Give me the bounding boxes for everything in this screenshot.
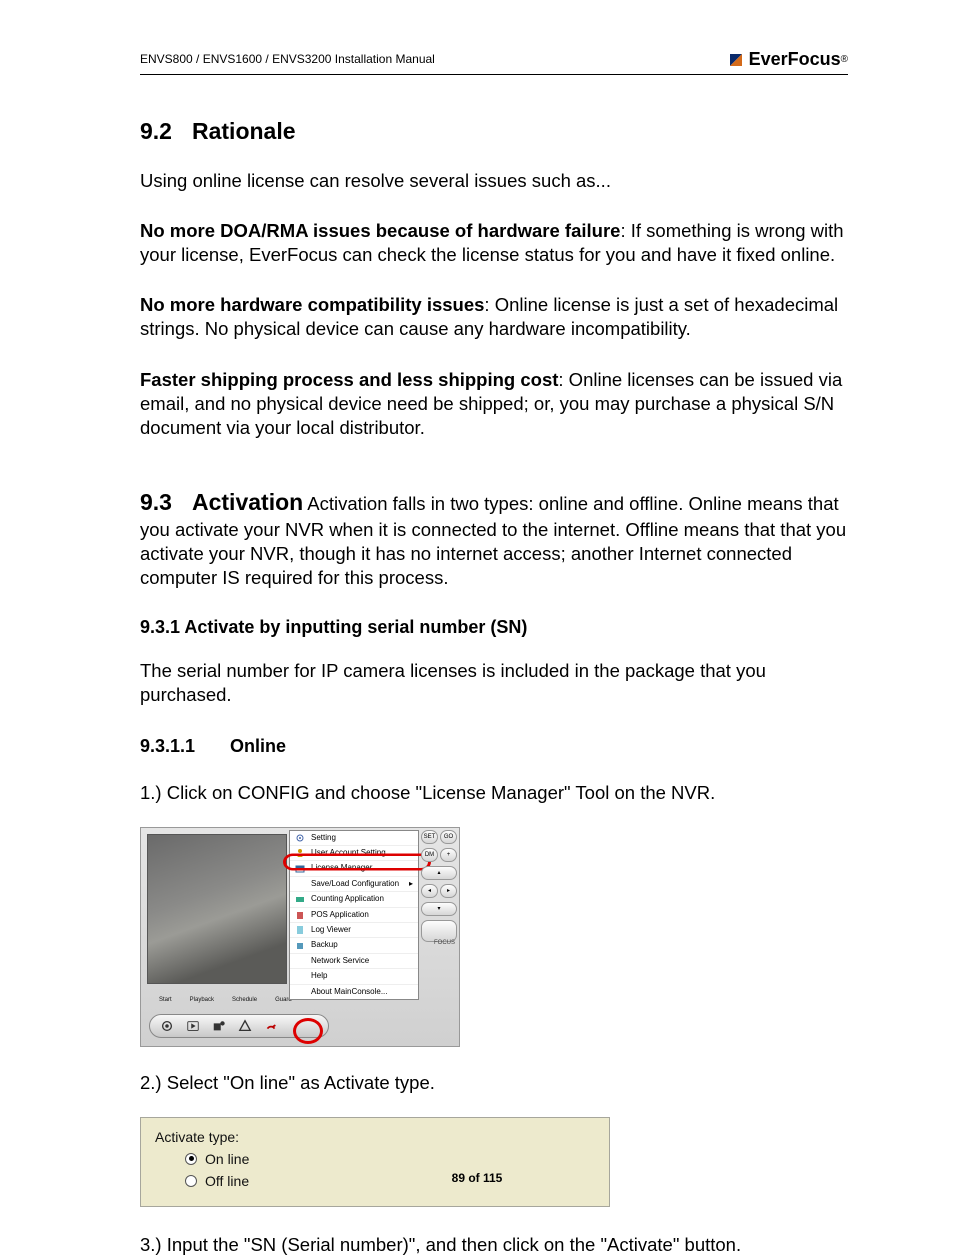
everfocus-icon (727, 51, 745, 69)
radio-online[interactable] (185, 1153, 197, 1165)
rationale-p3: Faster shipping process and less shippin… (140, 368, 848, 440)
radio-online-label: On line (205, 1150, 249, 1168)
nvr-console-screenshot: Start Playback Schedule Guard Setting Us… (140, 827, 460, 1047)
step-3: 3.) Input the "SN (Serial number)", and … (140, 1233, 848, 1257)
menu-backup[interactable]: Backup (290, 938, 418, 953)
go-button[interactable]: GO (440, 830, 457, 844)
section-9-3-1-heading: 9.3.1 Activate by inputting serial numbe… (140, 616, 848, 639)
activate-type-panel: Activate type: On line Off line (140, 1117, 610, 1208)
io-icon[interactable] (212, 1019, 226, 1033)
menu-help[interactable]: Help (290, 969, 418, 984)
menu-save-load[interactable]: Save/Load Configuration▸ (290, 877, 418, 892)
menu-log-viewer[interactable]: Log Viewer (290, 923, 418, 938)
record-icon[interactable] (160, 1019, 174, 1033)
section-9-3: 9.3Activation Activation falls in two ty… (140, 488, 848, 590)
section-9-3-1-1-heading: 9.3.1.1Online (140, 735, 848, 758)
tab-playback[interactable]: Playback (190, 997, 214, 1005)
focus-slider[interactable] (421, 920, 457, 942)
menu-pos[interactable]: POS Application (290, 908, 418, 923)
manual-title: ENVS800 / ENVS1600 / ENVS3200 Installati… (140, 52, 435, 68)
step-1: 1.) Click on CONFIG and choose "License … (140, 781, 848, 805)
menu-setting[interactable]: Setting (290, 831, 418, 846)
rationale-p1: No more DOA/RMA issues because of hardwa… (140, 219, 848, 267)
arrow-down-button[interactable]: ▾ (421, 902, 457, 916)
arrow-left-button[interactable]: ◂ (421, 884, 438, 898)
highlight-ring-license-manager (283, 853, 431, 870)
page-number: 89 of 115 (0, 1171, 954, 1187)
page-header: ENVS800 / ENVS1600 / ENVS3200 Installati… (140, 48, 848, 75)
section-9-3-1-text: The serial number for IP camera licenses… (140, 659, 848, 707)
arrow-up-button[interactable]: ▴ (421, 866, 457, 880)
right-panel: SET GO DM + ▴ ◂ ▸ ▾ (421, 830, 457, 942)
arrow-right-button[interactable]: ▸ (440, 884, 457, 898)
set-button[interactable]: SET (421, 830, 438, 844)
dm-button[interactable]: DM (421, 848, 438, 862)
menu-counting[interactable]: Counting Application (290, 892, 418, 907)
section-9-2-heading: 9.2Rationale (140, 117, 848, 147)
rationale-intro: Using online license can resolve several… (140, 169, 848, 193)
tab-start[interactable]: Start (159, 997, 172, 1005)
play-icon[interactable] (186, 1019, 200, 1033)
config-icon[interactable] (264, 1019, 278, 1033)
brand-logo: EverFocus® (727, 48, 848, 71)
video-preview (147, 834, 287, 984)
tab-schedule[interactable]: Schedule (232, 997, 257, 1005)
highlight-ring-config (293, 1018, 323, 1044)
focus-label: FOCUS (434, 940, 455, 948)
menu-about[interactable]: About MainConsole... (290, 985, 418, 999)
step-2: 2.) Select "On line" as Activate type. (140, 1071, 848, 1095)
menu-network-service[interactable]: Network Service (290, 954, 418, 969)
activate-type-label: Activate type: (155, 1128, 595, 1146)
warning-icon[interactable] (238, 1019, 252, 1033)
plus-button[interactable]: + (440, 848, 457, 862)
rationale-p2: No more hardware compatibility issues: O… (140, 293, 848, 341)
